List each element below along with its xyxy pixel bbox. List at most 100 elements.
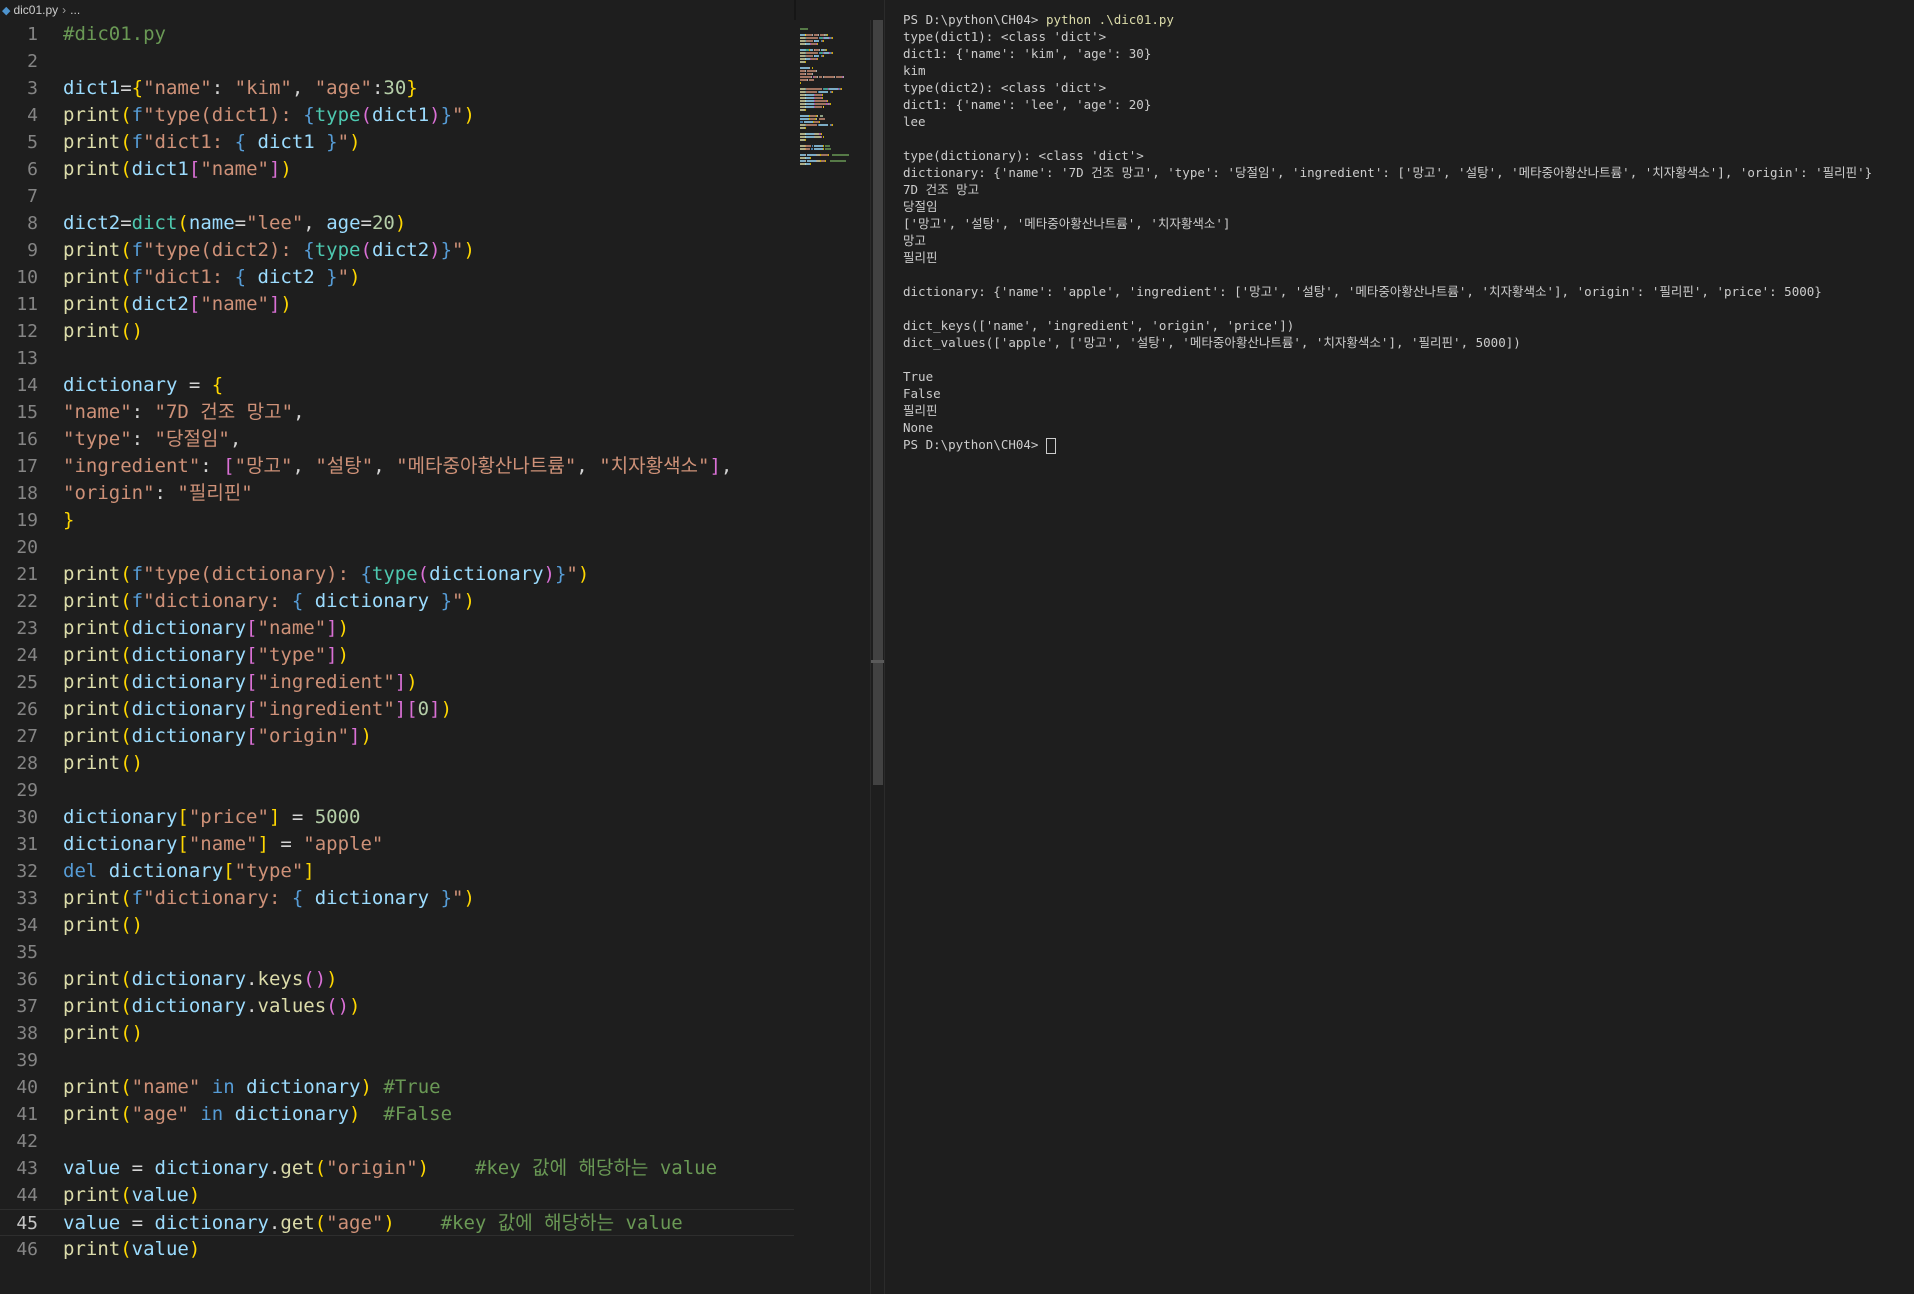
terminal-output-lines: type(dict1): <class 'dict'> dict1: {'name… (903, 28, 1872, 436)
terminal-line: kim (903, 63, 926, 78)
minimap-token (800, 118, 809, 120)
code-token: = (120, 1157, 155, 1179)
code-line[interactable]: 28 print() (0, 750, 794, 777)
code-line[interactable]: 21 print(f"type(dictionary): {type(dictio… (0, 561, 794, 588)
code-token: ( (120, 563, 132, 585)
code-line[interactable]: 11 print(dict2["name"]) (0, 291, 794, 318)
code-line[interactable]: 22 print(f"dictionary: { dictionary }") (0, 588, 794, 615)
code-line[interactable]: 19} (0, 507, 794, 534)
code-line[interactable]: 20 (0, 534, 794, 561)
code-line[interactable]: 42 (0, 1128, 794, 1155)
code-token: dict (131, 212, 178, 234)
code-line[interactable]: 17 "ingredient": ["망고", "설탕", "메타중아황산나트륨"… (0, 453, 794, 480)
code-token: print (63, 995, 121, 1017)
code-line[interactable]: 14 dictionary = { (0, 372, 794, 399)
code-text: print("age" in dictionary) #False (63, 1101, 452, 1128)
code-token: ) (577, 563, 590, 585)
minimap-token (827, 34, 828, 36)
code-line[interactable]: 46 print(value) (0, 1236, 794, 1263)
line-number: 46 (16, 1239, 38, 1260)
code-token: values (257, 995, 327, 1017)
line-number: 1 (27, 24, 38, 45)
code-line[interactable]: 35 (0, 939, 794, 966)
code-token: ( (360, 104, 372, 126)
terminal-line: lee (903, 114, 926, 129)
code-line[interactable]: 9 print(f"type(dict2): {type(dict2)}") (0, 237, 794, 264)
code-line[interactable]: 41 print("age" in dictionary) #False (0, 1101, 794, 1128)
code-token: dictionary (108, 860, 224, 882)
code-line[interactable]: 27 print(dictionary["origin"]) (0, 723, 794, 750)
code-token: , (293, 401, 305, 423)
code-token: () (120, 320, 144, 342)
code-line[interactable]: 45 value = dictionary.get("age") #key 값에 … (0, 1209, 794, 1236)
code-line[interactable]: 4 print(f"type(dict1): {type(dict1)}") (0, 102, 794, 129)
code-line[interactable]: 7 (0, 183, 794, 210)
code-token: 30 (383, 77, 407, 99)
minimap-token (805, 145, 811, 147)
minimap-token (804, 139, 807, 141)
code-line[interactable]: 36 print(dictionary.keys()) (0, 966, 794, 993)
code-line[interactable]: 16 "type": "당절임", (0, 426, 794, 453)
code-token: dict1 (131, 158, 189, 180)
code-line[interactable]: 18 "origin": "필리핀" (0, 480, 794, 507)
breadcrumb-file[interactable]: dic01.py (13, 3, 58, 17)
code-line[interactable]: 5 print(f"dict1: { dict1 }") (0, 129, 794, 156)
code-line[interactable]: 10 print(f"dict1: { dict2 }") (0, 264, 794, 291)
line-number: 36 (16, 969, 38, 990)
code-line[interactable]: 44 print(value) (0, 1182, 794, 1209)
code-token: "age" (314, 77, 372, 99)
code-line[interactable]: 39 (0, 1047, 794, 1074)
code-line[interactable]: 13 (0, 345, 794, 372)
code-line[interactable]: 3 dict1={"name": "kim", "age":30} (0, 75, 794, 102)
editor-scrollbar-thumb[interactable] (873, 20, 883, 785)
code-line[interactable]: 8 dict2=dict(name="lee", age=20) (0, 210, 794, 237)
code-text: print(dictionary["ingredient"]) (63, 669, 418, 696)
code-line[interactable]: 40 print("name" in dictionary) #True (0, 1074, 794, 1101)
code-line[interactable]: 26 print(dictionary["ingredient"][0]) (0, 696, 794, 723)
code-token: . (246, 968, 258, 990)
code-token: dict2 (131, 293, 189, 315)
line-number: 19 (16, 510, 38, 531)
code-line[interactable]: 25 print(dictionary["ingredient"]) (0, 669, 794, 696)
terminal-panel[interactable]: PS D:\python\CH04> python .\dic01.py typ… (885, 0, 1914, 1294)
code-token: " (452, 887, 464, 909)
code-token: "age" (326, 1212, 384, 1234)
breadcrumb-symbol[interactable]: ... (70, 3, 80, 17)
code-token: "origin" (63, 482, 155, 504)
line-number: 10 (16, 267, 38, 288)
code-line[interactable]: 12 print() (0, 318, 794, 345)
code-line[interactable]: 33 print(f"dictionary: { dictionary }") (0, 885, 794, 912)
terminal-final-line[interactable]: PS D:\python\CH04> (903, 436, 1872, 454)
code-lines[interactable]: 1 #dic01.py 2 3 dict1={"name": "kim", "age":… (0, 21, 794, 1263)
code-line[interactable]: 6 print(dict1["name"]) (0, 156, 794, 183)
code-token: = (177, 374, 212, 396)
code-line[interactable]: 32 del dictionary["type"] (0, 858, 794, 885)
code-editor[interactable]: ◆ dic01.py › ... 1 #dic01.py 2 3 dict1={"nam… (0, 0, 794, 1294)
code-token: "origin" (326, 1157, 418, 1179)
code-token: } (440, 590, 453, 612)
code-text: print(dictionary.keys()) (63, 966, 338, 993)
code-text: print(dictionary["name"]) (63, 615, 349, 642)
code-line[interactable]: 31 dictionary["name"] = "apple" (0, 831, 794, 858)
code-line[interactable]: 37 print(dictionary.values()) (0, 993, 794, 1020)
code-line[interactable]: 43 value = dictionary.get("origin") #key … (0, 1155, 794, 1182)
code-line[interactable]: 34 print() (0, 912, 794, 939)
code-line[interactable]: 38 print() (0, 1020, 794, 1047)
editor-scrollbar[interactable] (870, 20, 885, 1294)
code-line[interactable]: 23 print(dictionary["name"]) (0, 615, 794, 642)
code-token: keys (257, 968, 304, 990)
code-token: ] (326, 644, 338, 666)
code-line[interactable]: 24 print(dictionary["type"]) (0, 642, 794, 669)
code-token: dictionary (63, 374, 178, 396)
minimap[interactable] (794, 20, 870, 1294)
code-token: } (63, 509, 75, 531)
code-line[interactable]: 30 dictionary["price"] = 5000 (0, 804, 794, 831)
code-line[interactable]: 15 "name": "7D 건조 망고", (0, 399, 794, 426)
code-line[interactable]: 2 (0, 48, 794, 75)
code-line[interactable]: 29 (0, 777, 794, 804)
code-text: dictionary["name"] = "apple" (63, 831, 383, 858)
code-token: value (63, 1212, 121, 1234)
code-token: ( (177, 212, 189, 234)
code-line[interactable]: 1 #dic01.py (0, 21, 794, 48)
